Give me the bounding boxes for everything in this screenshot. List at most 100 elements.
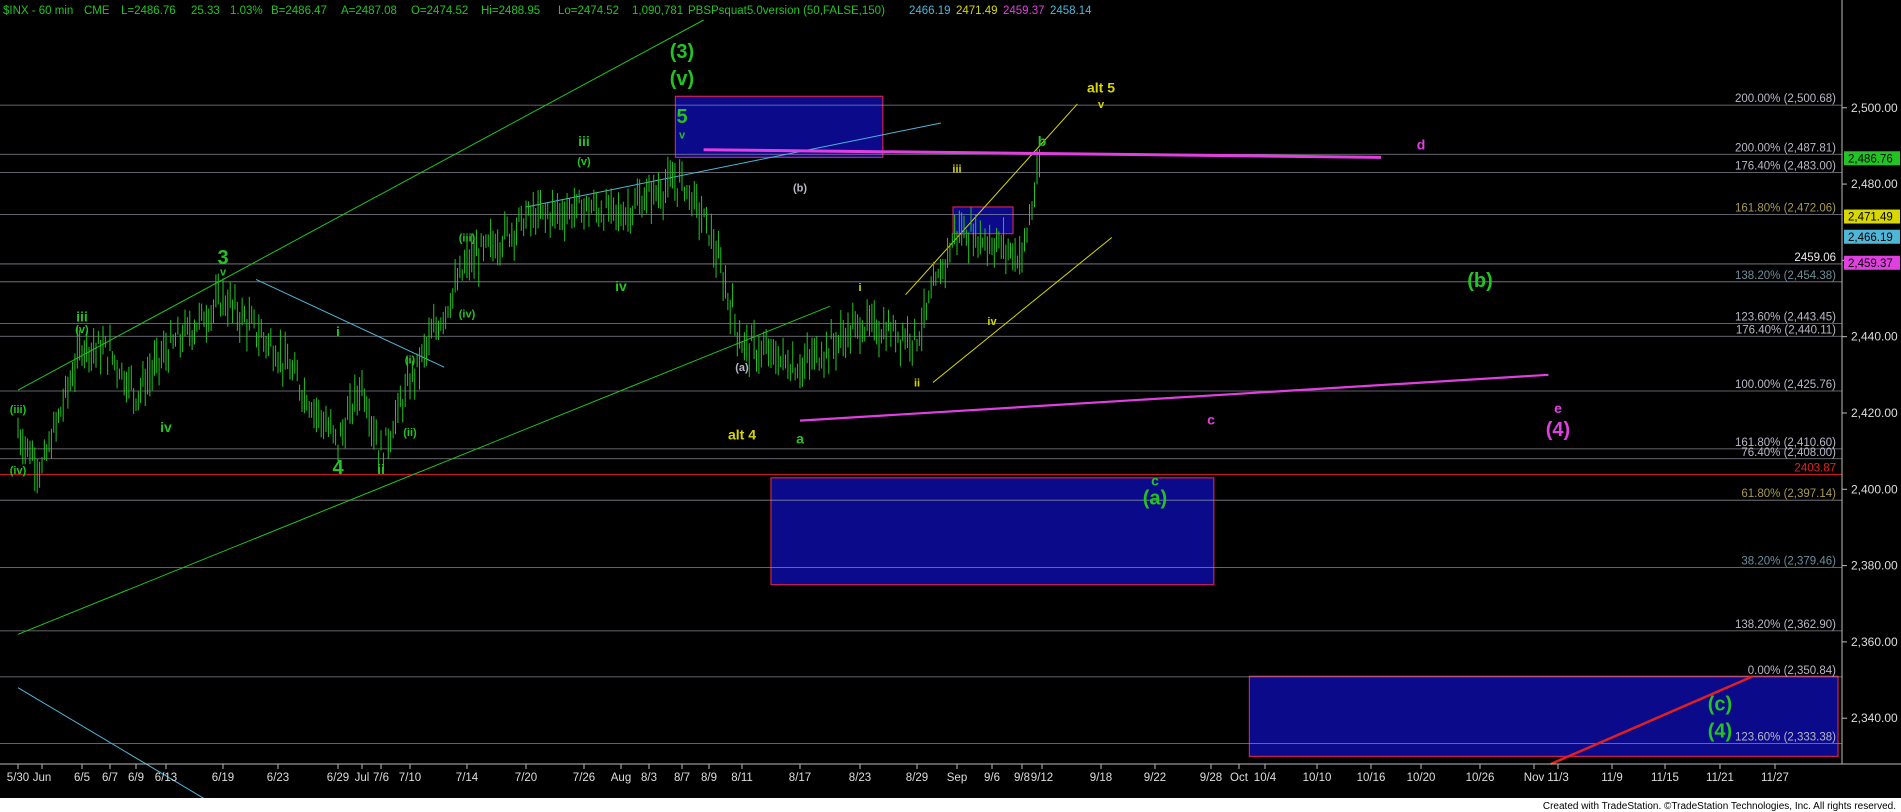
x-tick-label: 9/22 <box>1144 772 1166 784</box>
header-ask: A=2487.08 <box>341 5 397 17</box>
fib-label: 138.20% (2,454.38) <box>1735 270 1836 282</box>
x-tick-label: 11/3 <box>1547 772 1569 784</box>
wave-label: (c) <box>1708 694 1732 716</box>
header-exchange: CME <box>84 5 110 17</box>
x-tick-label: 8/11 <box>731 772 753 784</box>
fib-label: 61.80% (2,397.14) <box>1741 488 1836 500</box>
target-boxes <box>674 95 1839 757</box>
price-chart[interactable]: $INX - 60 min CME L=2486.76 25.33 1.03% … <box>0 0 1901 812</box>
wave-label: alt 4 <box>728 427 756 443</box>
wave-label: (iv) <box>10 465 27 477</box>
header-ind-value-3: 2459.37 <box>1003 5 1045 17</box>
x-tick-label: 9/12 <box>1031 772 1053 784</box>
fib-label: 2403.87 <box>1794 463 1836 475</box>
x-tick-label: Sep <box>947 772 967 784</box>
header-indicator: PBSPsquat5.0version (50,FALSE,150) <box>688 5 885 17</box>
x-tick-label: 6/19 <box>212 772 234 784</box>
wave-label: (b) <box>1467 270 1493 292</box>
wave-label: (a) <box>1143 488 1167 510</box>
y-tick-label: 2,440.00 <box>1851 330 1898 344</box>
y-tick-label: 2,480.00 <box>1851 177 1898 191</box>
wave-label: ii <box>377 461 385 477</box>
x-tick-label: 8/3 <box>641 772 657 784</box>
wave-label: v <box>679 129 686 141</box>
chart-header: $INX - 60 min CME L=2486.76 25.33 1.03% … <box>3 5 1092 17</box>
fib-label: 123.60% (2,333.38) <box>1735 731 1836 743</box>
wave-label: ii <box>914 377 920 389</box>
x-tick-label: 6/29 <box>327 772 349 784</box>
wave-label: iv <box>615 278 627 294</box>
wave-label: 5 <box>676 106 687 128</box>
price-bars <box>17 149 1040 494</box>
price-tag-label: 2,486.76 <box>1848 153 1893 165</box>
x-tick-label: 9/6 <box>984 772 1000 784</box>
wave-label: c <box>1207 411 1215 427</box>
fib-label: 123.60% (2,443.45) <box>1735 312 1836 324</box>
wave-label: (iii) <box>10 404 27 416</box>
price-axis: 2,340.00 2,360.00 2,380.00 2,400.00 2,420.00… <box>1841 0 1901 764</box>
wave-label: i <box>858 282 861 294</box>
x-tick-label: 9/28 <box>1200 772 1222 784</box>
wave-label: (ii) <box>403 427 417 439</box>
x-tick-label: 10/26 <box>1466 772 1495 784</box>
wave-label: iv <box>987 316 997 328</box>
y-tick-label: 2,380.00 <box>1851 559 1898 573</box>
header-high: Hi=2488.95 <box>481 5 540 17</box>
x-tick-label: 10/10 <box>1303 772 1332 784</box>
wave-label: (iii) <box>459 232 476 244</box>
header-last: L=2486.76 <box>121 5 176 17</box>
x-tick-label: 10/16 <box>1357 772 1386 784</box>
channel-lines <box>17 19 1113 811</box>
fib-label: 76.40% (2,408.00) <box>1741 447 1836 459</box>
fib-label: 200.00% (2,487.81) <box>1735 142 1836 154</box>
x-tick-label: 8/29 <box>906 772 928 784</box>
y-tick-label: 2,360.00 <box>1851 635 1898 649</box>
fib-label: 138.20% (2,362.90) <box>1735 619 1836 631</box>
wave-label: (v) <box>577 156 591 168</box>
header-open: O=2474.52 <box>411 5 468 17</box>
target-box-bottom <box>1248 675 1839 757</box>
wave-label: iii <box>578 133 590 149</box>
wave-label: (3) <box>670 41 694 63</box>
x-tick-label: Jul <box>355 772 370 784</box>
x-tick-label: 6/13 <box>155 772 177 784</box>
x-tick-label: 6/9 <box>128 772 144 784</box>
wave-label: (4) <box>1708 720 1732 742</box>
y-tick-label: 2,340.00 <box>1851 711 1898 725</box>
x-tick-label: 6/23 <box>267 772 289 784</box>
x-tick-label: 8/17 <box>789 772 811 784</box>
wave-label: iii <box>952 164 961 176</box>
header-low: Lo=2474.52 <box>558 5 619 17</box>
y-tick-label: 2,500.00 <box>1851 101 1898 115</box>
y-tick-label: 2,420.00 <box>1851 406 1898 420</box>
wave-label: (i) <box>405 354 416 366</box>
fib-label: 100.00% (2,425.76) <box>1735 379 1836 391</box>
wave-label: alt 5 <box>1087 79 1115 95</box>
footer-credit: Created with TradeStation. ©TradeStation… <box>1543 801 1896 812</box>
wave-label: b <box>1038 133 1047 149</box>
channel-line <box>17 19 704 391</box>
fib-label: 176.40% (2,440.11) <box>1736 324 1836 336</box>
wave-label: iv <box>160 419 172 435</box>
fib-label: 176.40% (2,483.00) <box>1735 161 1836 173</box>
x-tick-label: 10/20 <box>1407 772 1436 784</box>
x-tick-label: 11/9 <box>1601 772 1623 784</box>
wave-label: e <box>1554 400 1562 416</box>
header-change-pct: 1.03% <box>230 5 263 17</box>
wave-label: (iv) <box>459 309 476 321</box>
x-tick-label: 8/9 <box>701 772 717 784</box>
wave-label: v <box>220 267 227 279</box>
fib-label: 2459.06 <box>1794 252 1836 264</box>
x-tick-label: 9/18 <box>1090 772 1112 784</box>
x-tick-label: 7/20 <box>515 772 537 784</box>
x-tick-label: Jun <box>33 772 52 784</box>
x-tick-label: 7/14 <box>456 772 479 784</box>
time-axis: 5/30 Jun 6/5 6/7 6/9 6/13 6/19 6/23 6/29 Jul 7/6 7/… <box>0 763 1901 784</box>
x-tick-label: 7/6 <box>373 772 389 784</box>
y-tick-label: 2,400.00 <box>1851 482 1898 496</box>
wave-label: a <box>796 431 804 447</box>
channel-line <box>17 687 224 811</box>
wave-label: iii <box>76 308 88 324</box>
x-tick-label: Aug <box>611 772 631 784</box>
wave-label: (a) <box>735 362 749 374</box>
